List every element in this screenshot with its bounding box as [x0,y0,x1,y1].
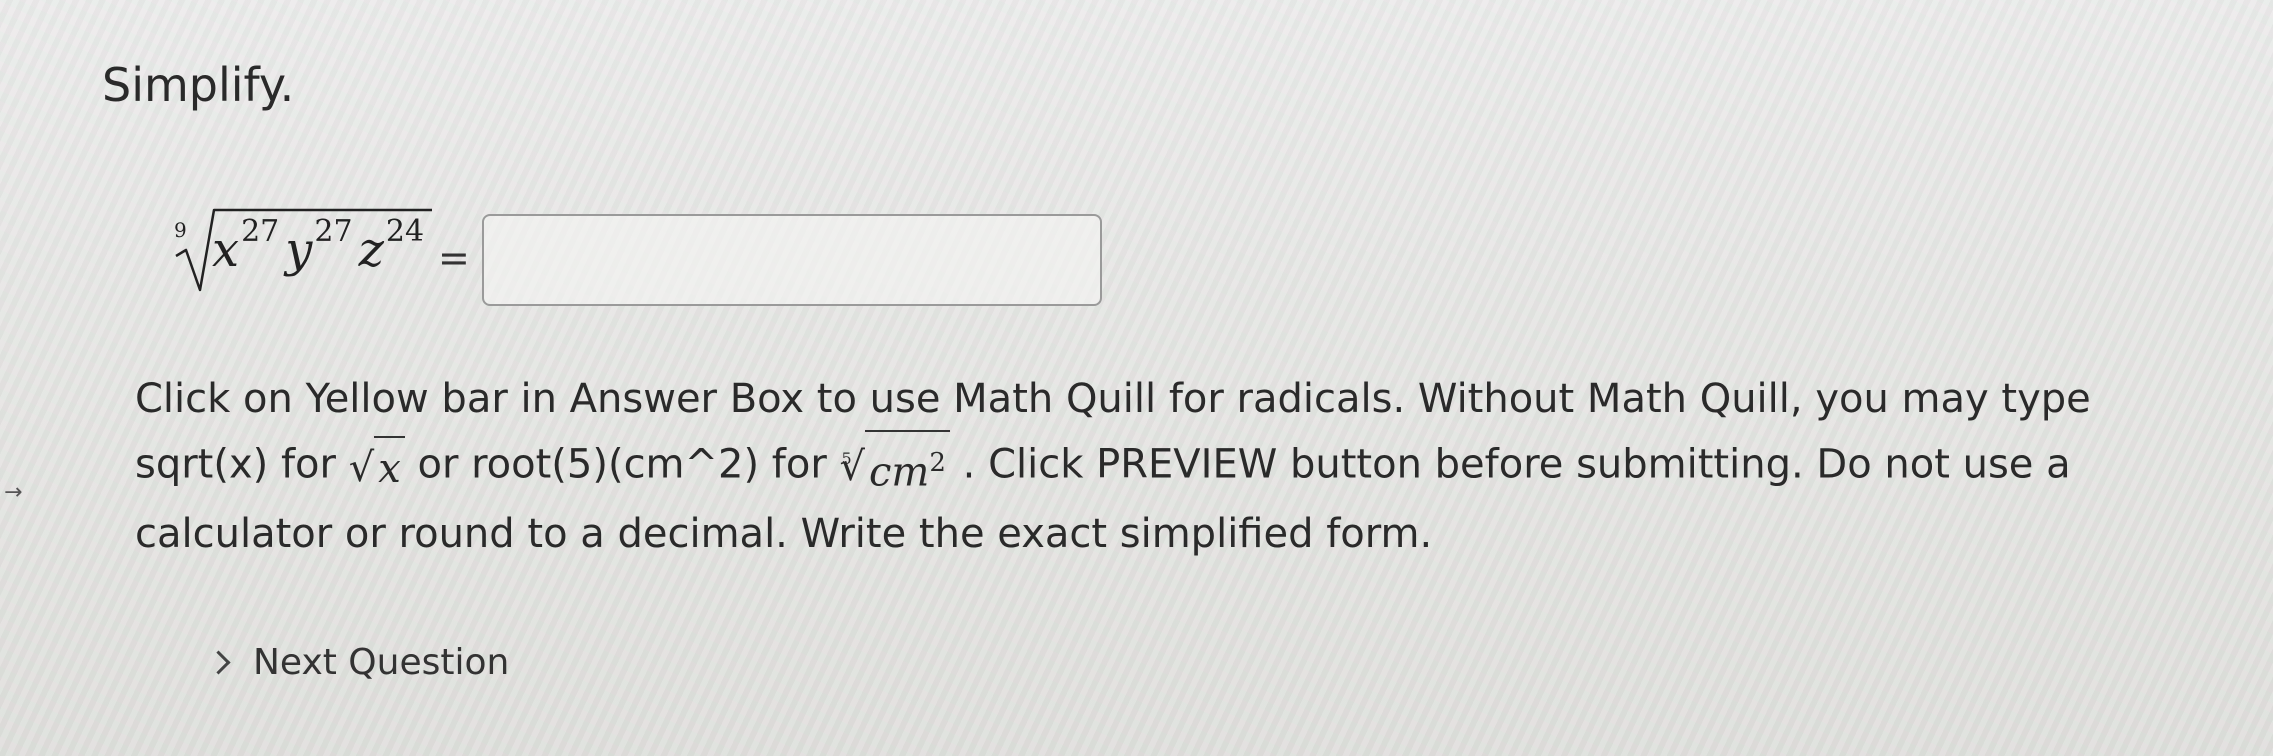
equals-sign: = [438,236,470,280]
radicand-base-z: z [358,222,384,278]
radicand-exp-y: 27 [314,214,353,249]
next-question-label: Next Question [253,642,510,683]
radicand-exp-x: 27 [241,214,280,249]
radical-expression-row: 9 x27 y27 z24 = [170,198,1120,308]
instructions-part2: or root(5)(cm^2) for [417,441,827,488]
chevron-right-icon [206,650,231,675]
root-index: 9 [174,218,187,242]
radicand-base-x: x [212,222,240,278]
edge-arrow-icon: → [4,480,23,505]
instructions-text: Click on Yellow bar in Answer Box to use… [135,368,2115,565]
answer-input[interactable] [482,214,1102,306]
sqrt-example-var: x [374,435,405,500]
root-example-base: cm [869,449,930,496]
sqrt-example: √ x [349,434,405,500]
radicand: x27 y27 z24 [212,214,430,278]
radicand-exp-z: 24 [385,214,425,249]
question-page: → Simplify. 9 x27 y27 z24 = Click on Yello… [0,0,2273,756]
radicand-base-y: y [285,222,313,278]
root-example-index: 5 [841,449,852,468]
root-example-exp: 2 [929,448,946,478]
root-example-radicand: cm2 [865,430,950,503]
root-example: 5 √ cm2 [840,430,950,503]
problem-title: Simplify. [102,58,295,112]
next-question-link[interactable]: Next Question [206,642,510,683]
sqrt-icon: √ [348,444,375,491]
